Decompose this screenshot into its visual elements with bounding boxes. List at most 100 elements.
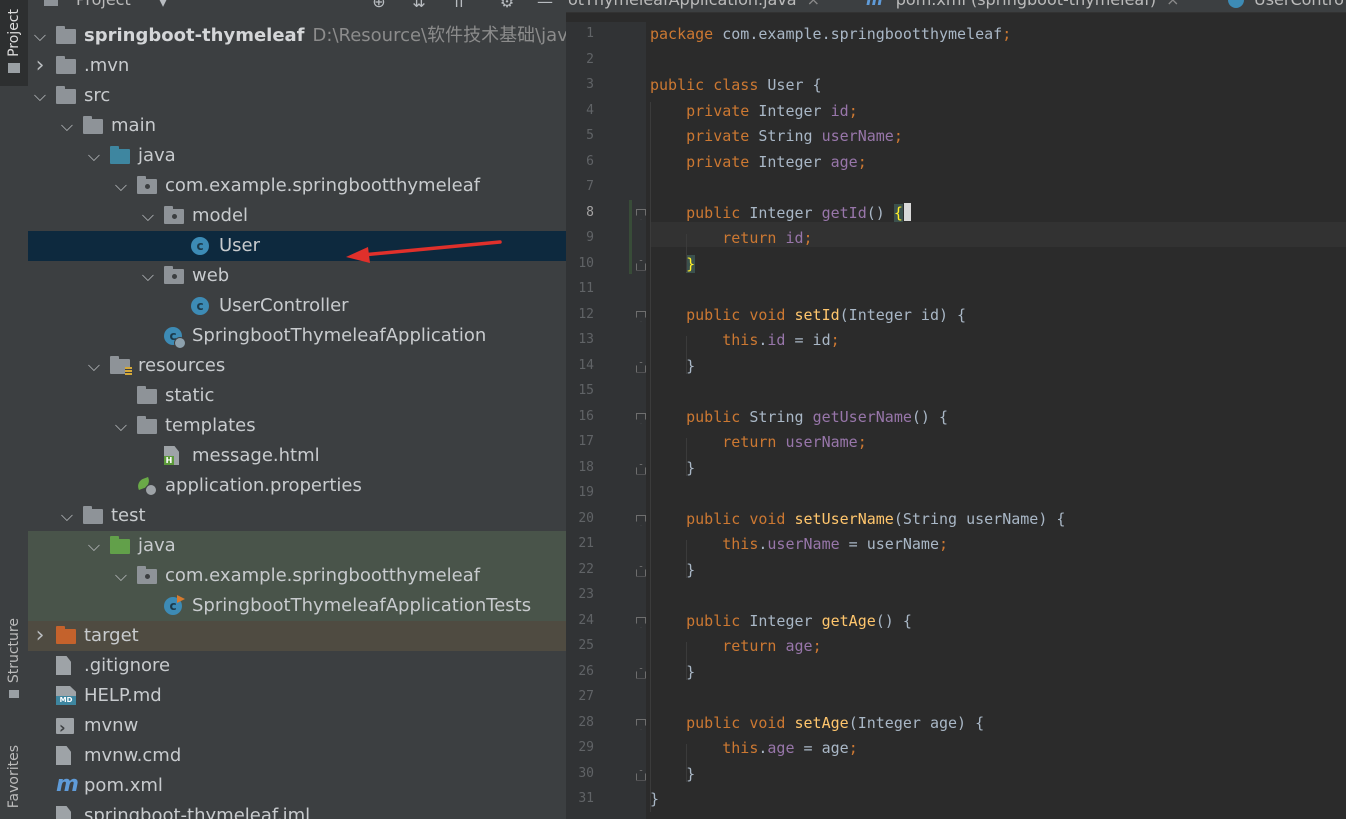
chevron-down-icon[interactable]: ⌵ (86, 141, 102, 171)
line-number: 11 (578, 281, 594, 296)
tree-item-label: SpringbootThymeleafApplicationTests (192, 595, 532, 616)
chevron-down-icon[interactable]: ⌵ (113, 411, 129, 441)
fold-end-icon[interactable] (636, 463, 646, 475)
tab-structure[interactable]: Structure (0, 610, 28, 710)
tree-item[interactable]: HELP.md (28, 681, 566, 711)
project-view-icon (44, 0, 58, 6)
line-number: 4 (586, 102, 594, 118)
line-number: 10 (578, 255, 594, 271)
target-icon[interactable]: ⊕ (368, 0, 390, 11)
tree-item[interactable]: ⌵ com.example.springbootthymeleaf (28, 171, 566, 201)
code-editor[interactable]: otThymeleafApplication.java × m pom.xml (… (566, 0, 1346, 819)
tree-item[interactable]: mvnw.cmd (28, 741, 566, 771)
indent-guide (686, 336, 687, 374)
chevron-down-icon[interactable]: ⌵ (140, 261, 156, 291)
line-number: 26 (578, 663, 594, 679)
tree-item[interactable]: ⌵ java (28, 141, 566, 171)
tree-item-label: SpringbootThymeleafApplication (192, 325, 487, 346)
tree-item[interactable]: message.html (28, 441, 566, 471)
tree-item[interactable]: ⌵ templates (28, 411, 566, 441)
code-line: public Integer getAge() { (686, 611, 912, 630)
properties-file-icon (137, 476, 157, 496)
tree-item-label: mvnw (84, 715, 139, 736)
chevron-down-icon[interactable]: ⌵ (113, 171, 129, 201)
tree-item-label: application.properties (165, 475, 362, 496)
hide-icon[interactable]: — (534, 0, 556, 11)
chevron-down-icon[interactable]: ⌵ (86, 531, 102, 561)
dropdown-icon[interactable]: ▾ (152, 0, 174, 11)
tree-item-label: User (219, 235, 261, 256)
tree-item-label: HELP.md (84, 685, 162, 706)
gear-icon[interactable]: ⚙ (496, 0, 518, 11)
tree-item[interactable]: springboot-thymeleaf.iml (28, 801, 566, 819)
tab-structure-label: Structure (6, 618, 22, 684)
folder-icon (83, 506, 103, 524)
tree-item[interactable]: ⌵ model (28, 201, 566, 231)
fold-open-icon[interactable] (636, 412, 646, 424)
fold-open-icon[interactable] (636, 718, 646, 730)
chevron-right-icon[interactable]: › (32, 51, 48, 81)
chevron-down-icon[interactable]: ⌵ (140, 201, 156, 231)
tree-item[interactable]: ⌵ src (28, 81, 566, 111)
tree-item[interactable]: application.properties (28, 471, 566, 501)
chevron-down-icon[interactable]: ⌵ (32, 21, 48, 51)
fold-open-icon[interactable] (636, 310, 646, 322)
fold-open-icon[interactable] (636, 208, 646, 220)
ignore-file-icon (56, 656, 71, 675)
code-line: } (650, 560, 696, 579)
tree-item[interactable]: ⌵ java (28, 531, 566, 561)
tree-item[interactable]: m pom.xml (28, 771, 566, 801)
line-number: 20 (578, 510, 594, 526)
tree-item[interactable]: c SpringbootThymeleafApplicationTests (28, 591, 566, 621)
fold-end-icon[interactable] (636, 259, 646, 271)
fold-open-icon[interactable] (636, 514, 646, 526)
tree-item[interactable]: ⌵ com.example.springbootthymeleaf (28, 561, 566, 591)
chevron-down-icon[interactable]: ⌵ (32, 81, 48, 111)
chevron-down-icon[interactable]: ⌵ (86, 351, 102, 381)
chevron-down-icon[interactable]: ⌵ (113, 561, 129, 591)
maven-icon: m (866, 0, 883, 9)
chevron-down-icon[interactable]: ⌵ (59, 501, 75, 531)
fold-open-icon[interactable] (636, 616, 646, 628)
panel-title[interactable]: Project (76, 0, 131, 9)
collapse-all-icon[interactable]: ⇊ (408, 0, 430, 11)
line-number: 2 (586, 51, 594, 67)
code-line: public void setId(Integer id) { (686, 305, 967, 324)
tree-item-label: .gitignore (84, 655, 171, 676)
tree-item[interactable]: › target (28, 621, 566, 651)
tree-item[interactable]: c SpringbootThymeleafApplication (28, 321, 566, 351)
tree-item-label: model (192, 205, 249, 226)
tree-item[interactable]: .gitignore (28, 651, 566, 681)
code-area[interactable]: package com.example.springbootthymeleaf;… (650, 22, 1346, 819)
fold-end-icon[interactable] (636, 667, 646, 679)
tree-item[interactable]: mvnw (28, 711, 566, 743)
tab-project[interactable]: Project (0, 0, 28, 86)
tree-item-label: static (165, 385, 215, 406)
editor-tab-bar: otThymeleafApplication.java × m pom.xml (… (566, 0, 1346, 13)
tree-item[interactable]: c UserController (28, 291, 566, 321)
tree-item[interactable]: static (28, 381, 566, 411)
line-number: 7 (586, 179, 594, 194)
fold-end-icon[interactable] (636, 769, 646, 781)
tree-item[interactable]: › .mvn (28, 51, 566, 81)
close-icon[interactable]: × (807, 0, 820, 9)
folder-icon (56, 86, 76, 104)
tree-item[interactable]: ⌵ main (28, 111, 566, 141)
editor-tab-pom[interactable]: m pom.xml (springboot-thymeleaf) × (866, 0, 1180, 12)
chevron-down-icon[interactable]: ⌵ (59, 111, 75, 141)
chevron-right-icon[interactable]: › (32, 621, 48, 651)
editor-tab-application[interactable]: otThymeleafApplication.java × (568, 0, 820, 12)
editor-tab-usercontroller[interactable]: UserContro (1228, 0, 1344, 12)
fold-end-icon[interactable] (636, 361, 646, 373)
resources-folder-icon (110, 356, 132, 376)
tree-item[interactable]: ⌵ test (28, 501, 566, 531)
close-icon[interactable]: × (1166, 0, 1179, 9)
tree-item[interactable]: ⌵ resources (28, 351, 566, 381)
line-number: 8 (586, 204, 594, 220)
folder-icon (8, 62, 20, 73)
tree-item-label: .mvn (84, 55, 130, 76)
expand-all-icon[interactable]: ⇈ (448, 0, 470, 11)
tab-favorites[interactable]: Favorites (0, 735, 28, 819)
tree-item[interactable]: ⌵ springboot-thymeleaf D:\Resource\软件技术基础\… (28, 21, 566, 51)
fold-end-icon[interactable] (636, 565, 646, 577)
